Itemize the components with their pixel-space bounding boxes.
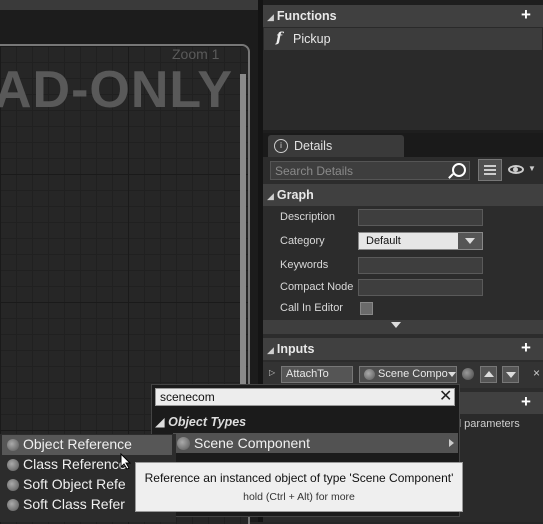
advanced-expander[interactable] [263, 320, 543, 334]
add-function-button[interactable]: + [521, 6, 535, 23]
chevron-down-icon[interactable]: ▼ [528, 164, 536, 173]
category-label: Category [280, 235, 325, 247]
collapse-triangle-icon[interactable]: ◢ [267, 185, 274, 207]
tooltip-hint: hold (Ctrl + Alt) for more [243, 491, 355, 503]
collapse-triangle-icon[interactable]: ◢ [267, 339, 274, 361]
object-reference-icon [7, 439, 19, 451]
tab-details[interactable] [268, 135, 404, 157]
object-types-category[interactable]: ◢ Object Types [155, 414, 246, 429]
class-reference-icon [7, 459, 19, 471]
move-down-button[interactable] [502, 366, 519, 383]
menu-item-label: Soft Object Refe [23, 476, 126, 492]
object-types-label: Object Types [168, 415, 247, 429]
param-name-field[interactable]: AttachTo [281, 366, 353, 383]
compact-node-label: Compact Node [280, 281, 354, 293]
functions-header-label: Functions [276, 9, 337, 23]
submenu-arrow-icon [449, 439, 454, 447]
keywords-field[interactable] [358, 257, 483, 274]
scene-component-icon [177, 437, 190, 450]
graph-section-header[interactable]: ◢ Graph [263, 184, 543, 206]
type-item-label[interactable]: Scene Component [194, 435, 310, 451]
expand-triangle-icon[interactable]: ▷ [269, 368, 275, 377]
call-in-editor-label: Call In Editor [280, 302, 343, 314]
scene-component-icon [364, 369, 375, 380]
add-output-button[interactable]: + [521, 393, 535, 410]
list-icon [484, 165, 496, 175]
add-input-button[interactable]: + [521, 339, 535, 356]
menu-item-label: Object Reference [23, 436, 132, 452]
category-dropdown-button[interactable] [458, 233, 482, 249]
remove-param-button[interactable]: × [533, 366, 540, 380]
soft-class-reference-icon [7, 499, 19, 511]
expand-arrow-icon[interactable] [391, 322, 401, 328]
function-icon: f [276, 30, 283, 46]
function-item-label[interactable]: Pickup [293, 32, 331, 46]
description-field[interactable] [358, 209, 483, 226]
description-label: Description [280, 211, 336, 223]
clear-search-icon[interactable]: ✕ [439, 386, 452, 406]
compact-node-field[interactable] [358, 279, 483, 296]
inputs-section-header[interactable]: ◢ Inputs + [263, 338, 543, 360]
search-icon[interactable] [452, 163, 466, 177]
call-in-editor-checkbox[interactable] [360, 302, 373, 315]
move-up-button[interactable] [480, 366, 497, 383]
read-only-watermark: AD-ONLY [0, 61, 234, 119]
menu-item-label: Class Reference [23, 456, 127, 472]
collapse-triangle-icon[interactable]: ◢ [267, 6, 274, 28]
functions-section-header[interactable]: ◢ Functions + [263, 5, 543, 27]
menu-item-object-reference[interactable]: Object Reference [2, 435, 172, 455]
container-type-icon[interactable] [462, 368, 474, 380]
property-matrix-button[interactable] [478, 159, 502, 181]
tab-details-label[interactable]: Details [294, 139, 332, 153]
graph-header-label: Graph [276, 188, 314, 202]
inputs-header-label: Inputs [276, 342, 315, 356]
eye-icon[interactable] [508, 165, 524, 174]
graph-top-toolbar [0, 0, 258, 10]
menu-item-label: Soft Class Refer [23, 496, 125, 512]
details-info-icon: i [274, 139, 288, 153]
chevron-down-icon[interactable] [448, 372, 456, 377]
soft-object-reference-icon [7, 479, 19, 491]
tooltip [135, 462, 463, 512]
type-search-input[interactable]: scenecom [155, 388, 455, 406]
tooltip-text: Reference an instanced object of type 'S… [144, 471, 454, 485]
keywords-label: Keywords [280, 259, 329, 271]
search-details-input[interactable]: Search Details [270, 161, 470, 180]
outputs-hint-text: d parameters [455, 418, 520, 430]
